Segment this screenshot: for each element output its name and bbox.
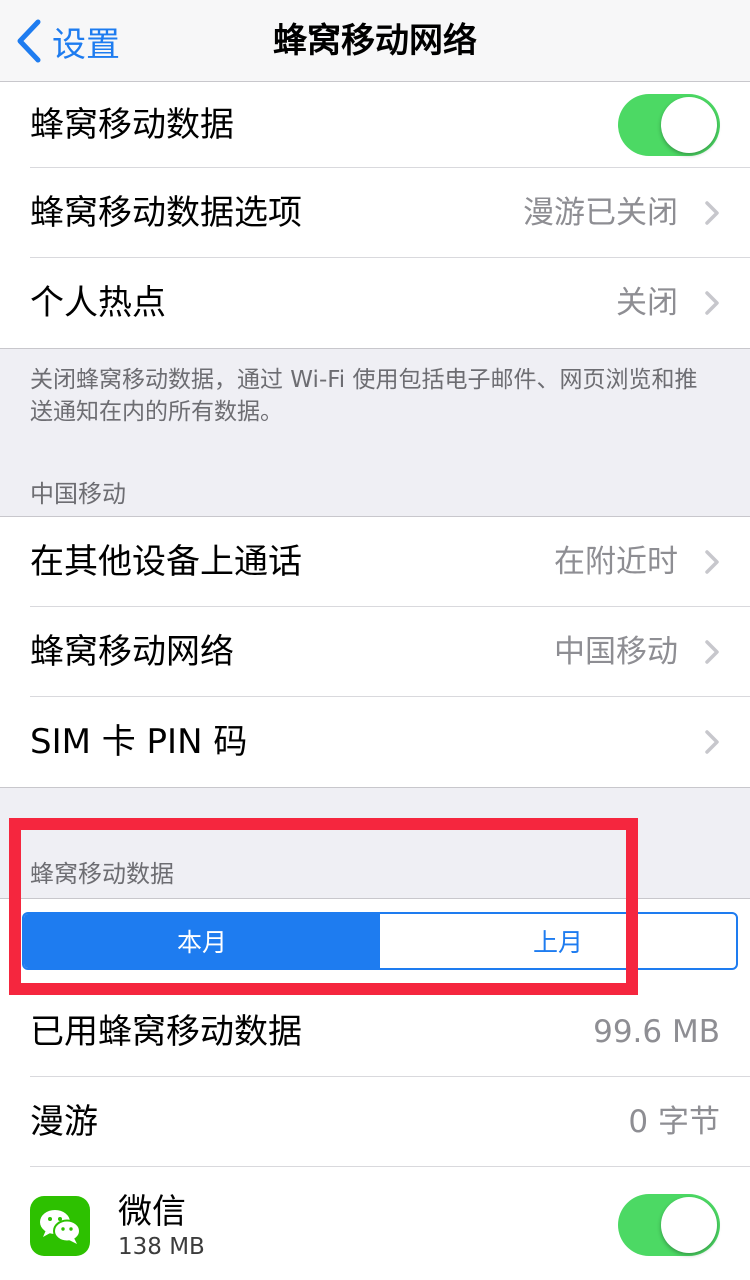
carrier-header: 中国移动 [30,480,126,508]
cellular-options-value: 漫游已关闭 [523,195,678,231]
used-data-value: 99.6 MB [593,1014,720,1050]
toggle-knob [661,1197,717,1253]
cellular-network-row[interactable]: 蜂窝移动网络 中国移动 [0,607,750,697]
wechat-cellular-toggle[interactable] [618,1194,720,1256]
personal-hotspot-value: 关闭 [616,285,678,321]
used-data-label: 已用蜂窝移动数据 [30,1012,302,1052]
chevron-right-icon [705,550,719,574]
chevron-right-icon [705,730,719,754]
cellular-data-label: 蜂窝移动数据 [30,105,234,145]
cellular-options-row[interactable]: 蜂窝移动数据选项 漫游已关闭 [0,168,750,258]
highlight-annotation [9,818,638,995]
used-data-row: 已用蜂窝移动数据 99.6 MB [0,987,750,1077]
roaming-row: 漫游 0 字节 [0,1077,750,1167]
personal-hotspot-row[interactable]: 个人热点 关闭 [0,258,750,348]
carrier-settings-group: 在其他设备上通话 在附近时 蜂窝移动网络 中国移动 SIM 卡 PIN 码 [0,517,750,787]
cellular-data-toggle[interactable] [618,94,720,156]
separator [30,1166,750,1167]
group-border [0,348,750,349]
sim-pin-label: SIM 卡 PIN 码 [30,722,248,762]
cellular-data-row: 蜂窝移动数据 [0,82,750,168]
wechat-icon [30,1196,90,1256]
roaming-label: 漫游 [30,1102,98,1142]
roaming-value: 0 字节 [628,1104,720,1140]
chevron-right-icon [705,201,719,225]
cellular-network-value: 中国移动 [554,634,678,670]
app-data-size: 138 MB [118,1234,205,1260]
cellular-settings-group: 蜂窝移动数据 蜂窝移动数据选项 漫游已关闭 个人热点 关闭 [0,82,750,348]
app-name: 微信 [118,1192,186,1232]
toggle-knob [661,97,717,153]
cellular-data-footer: 关闭蜂窝移动数据，通过 Wi-Fi 使用包括电子邮件、网页浏览和推送通知在内的所… [30,367,698,425]
cellular-options-label: 蜂窝移动数据选项 [30,193,302,233]
navigation-bar: 设置 蜂窝移动网络 [0,0,750,82]
group-border [0,787,750,788]
chevron-right-icon [705,291,719,315]
chevron-right-icon [705,640,719,664]
calls-other-devices-value: 在附近时 [554,544,678,580]
calls-other-devices-row[interactable]: 在其他设备上通话 在附近时 [0,517,750,607]
cellular-network-label: 蜂窝移动网络 [30,632,234,672]
page-title: 蜂窝移动网络 [273,21,477,61]
calls-other-devices-label: 在其他设备上通话 [30,542,302,582]
sim-pin-row[interactable]: SIM 卡 PIN 码 [0,697,750,787]
personal-hotspot-label: 个人热点 [30,283,166,323]
